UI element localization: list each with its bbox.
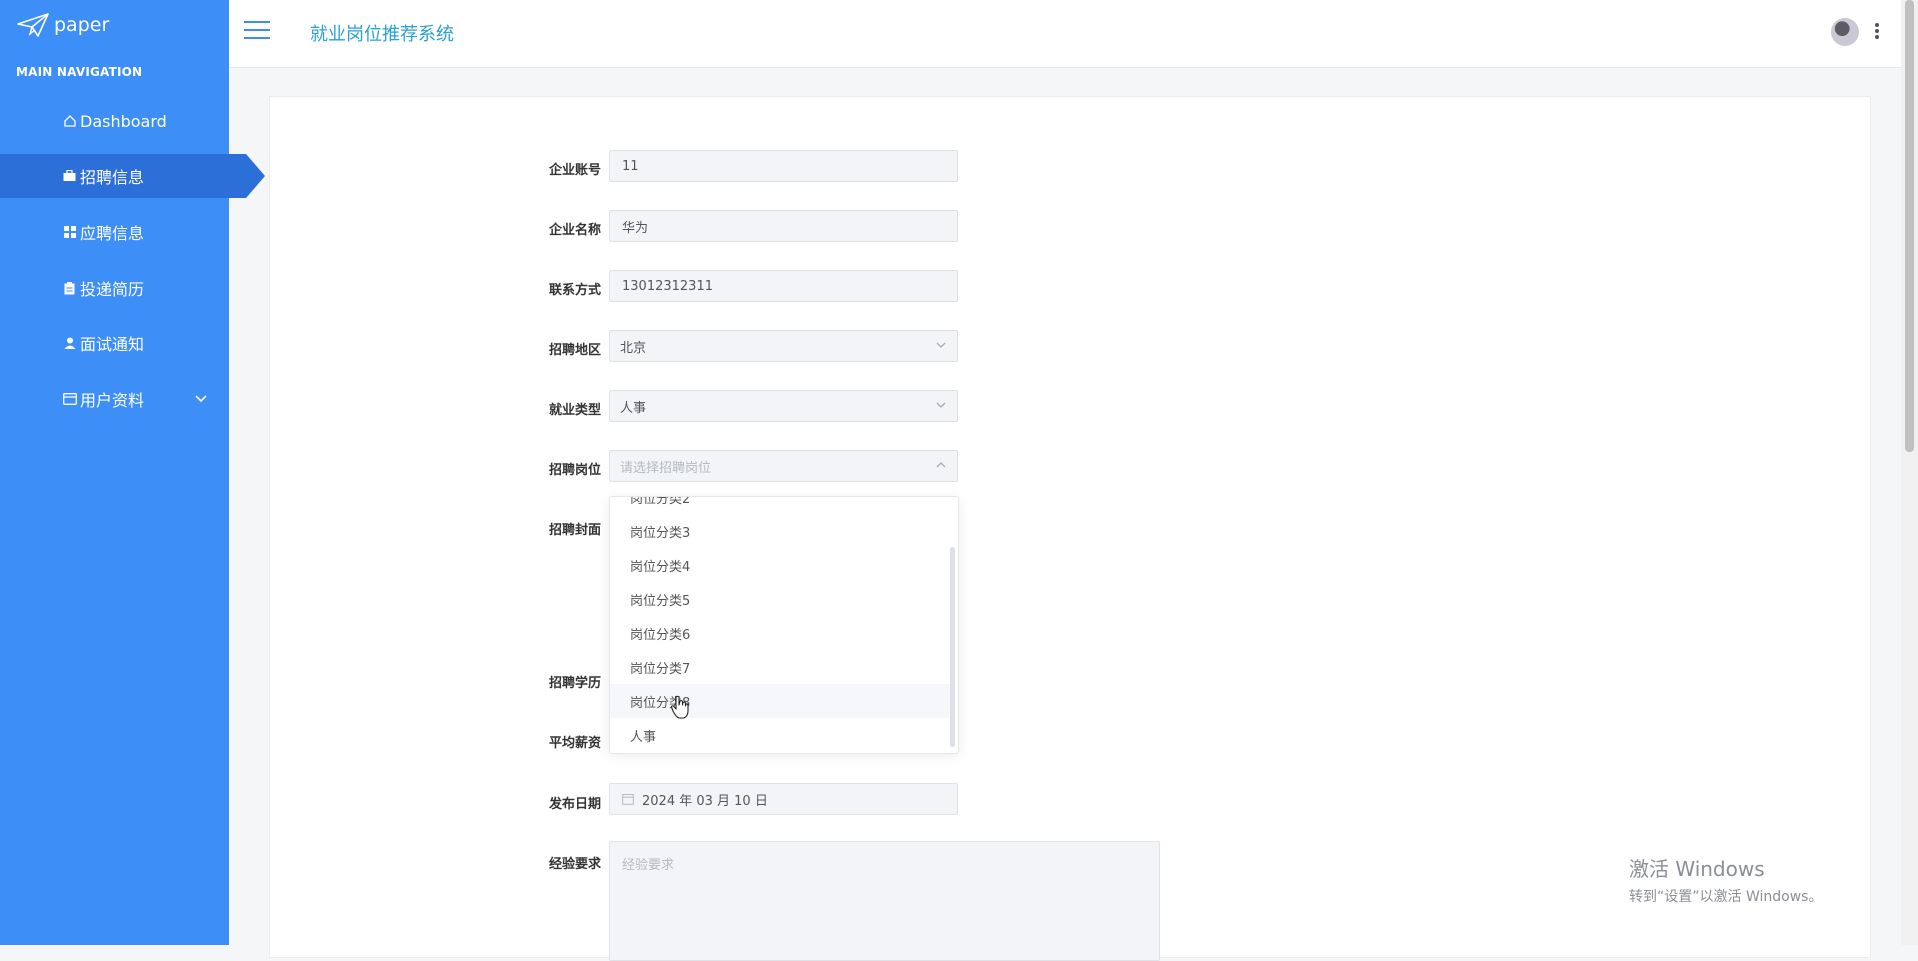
logo[interactable]: paper bbox=[16, 12, 109, 38]
company-field[interactable]: 华为 bbox=[609, 210, 958, 242]
watermark-subtitle: 转到“设置”以激活 Windows。 bbox=[1629, 889, 1823, 905]
sidebar-item-label: 应聘信息 bbox=[80, 224, 145, 243]
company-label: 企业名称 bbox=[548, 223, 601, 238]
dropdown-option-hovered[interactable]: 岗位分类8 bbox=[610, 684, 951, 718]
avatar[interactable] bbox=[1831, 18, 1859, 46]
top-header: 就业岗位推荐系统 bbox=[229, 0, 1918, 68]
account-label: 企业账号 bbox=[548, 163, 601, 178]
experience-textarea[interactable]: 经验要求 bbox=[609, 841, 1160, 961]
logo-text: paper bbox=[54, 14, 110, 36]
sidebar-item-label: 投递简历 bbox=[80, 280, 145, 299]
contact-field[interactable]: 13012312311 bbox=[609, 270, 958, 302]
page-scrollbar-thumb[interactable] bbox=[1905, 0, 1914, 452]
education-label: 招聘学历 bbox=[548, 676, 601, 691]
sidebar-item-label: Dashboard bbox=[80, 111, 167, 131]
date-label: 发布日期 bbox=[548, 797, 601, 812]
form-card bbox=[269, 96, 1871, 958]
job-type-value: 人事 bbox=[620, 400, 647, 416]
salary-label: 平均薪资 bbox=[548, 736, 601, 751]
company-value: 华为 bbox=[622, 220, 649, 236]
account-value: 11 bbox=[622, 158, 639, 174]
nav-heading: MAIN NAVIGATION bbox=[16, 65, 143, 79]
chevron-up-icon bbox=[936, 462, 946, 468]
chevron-down-icon bbox=[936, 342, 946, 348]
home-icon bbox=[62, 114, 77, 129]
user-icon bbox=[62, 336, 77, 351]
position-select[interactable]: 请选择招聘岗位 bbox=[609, 450, 958, 482]
sidebar-item-applications[interactable]: 应聘信息 bbox=[0, 210, 229, 254]
dropdown-option[interactable]: 岗位分类4 bbox=[610, 548, 951, 582]
dropdown-option[interactable]: 岗位分类2 bbox=[610, 497, 951, 511]
sidebar-item-interview-notice[interactable]: 面试通知 bbox=[0, 321, 229, 365]
sidebar: paper MAIN NAVIGATION Dashboard 招聘信息 应聘信… bbox=[0, 0, 265, 945]
card-icon bbox=[62, 392, 77, 407]
sidebar-item-submit-resume[interactable]: 投递简历 bbox=[0, 266, 229, 310]
dropdown-scrollbar[interactable] bbox=[950, 547, 955, 747]
dropdown-option[interactable]: 岗位分类7 bbox=[610, 650, 951, 684]
position-label: 招聘岗位 bbox=[548, 463, 601, 478]
date-value: 2024 年 03 月 10 日 bbox=[642, 793, 768, 809]
contact-value: 13012312311 bbox=[622, 278, 713, 294]
position-dropdown[interactable]: 岗位分类2 岗位分类3 岗位分类4 岗位分类5 岗位分类6 岗位分类7 岗位分类… bbox=[609, 496, 959, 754]
page-title: 就业岗位推荐系统 bbox=[310, 24, 454, 45]
sidebar-item-recruitment-info[interactable]: 招聘信息 bbox=[0, 154, 265, 198]
region-label: 招聘地区 bbox=[548, 343, 601, 358]
position-placeholder: 请选择招聘岗位 bbox=[620, 460, 712, 476]
dropdown-option[interactable]: 岗位分类3 bbox=[610, 514, 951, 548]
sidebar-item-label: 招聘信息 bbox=[80, 168, 145, 187]
sidebar-item-label: 用户资料 bbox=[80, 391, 145, 410]
page-scrollbar[interactable] bbox=[1901, 0, 1918, 945]
watermark-title: 激活 Windows bbox=[1629, 857, 1765, 881]
job-type-select[interactable]: 人事 bbox=[609, 390, 958, 422]
sidebar-item-label: 面试通知 bbox=[80, 335, 145, 354]
clipboard-icon bbox=[62, 281, 77, 296]
region-select[interactable]: 北京 bbox=[609, 330, 958, 362]
hand-cursor-icon bbox=[670, 695, 689, 719]
more-options-icon[interactable] bbox=[1874, 21, 1880, 41]
dropdown-option[interactable]: 岗位分类6 bbox=[610, 616, 951, 650]
paper-plane-icon bbox=[17, 13, 49, 37]
sidebar-item-dashboard[interactable]: Dashboard bbox=[0, 99, 229, 143]
chevron-down-icon bbox=[936, 402, 946, 408]
job-type-label: 就业类型 bbox=[548, 403, 601, 418]
cover-label: 招聘封面 bbox=[548, 523, 601, 538]
windows-activation-watermark: 激活 Windows 转到“设置”以激活 Windows。 bbox=[1629, 853, 1822, 906]
account-field[interactable]: 11 bbox=[609, 150, 958, 182]
dropdown-option[interactable]: 岗位分类5 bbox=[610, 582, 951, 616]
experience-label: 经验要求 bbox=[548, 857, 601, 872]
chevron-down-icon bbox=[195, 395, 207, 403]
grid-icon bbox=[62, 225, 77, 240]
contact-label: 联系方式 bbox=[548, 283, 601, 298]
sidebar-item-user-profile[interactable]: 用户资料 bbox=[0, 377, 229, 421]
briefcase-icon bbox=[62, 169, 77, 184]
date-picker[interactable]: 2024 年 03 月 10 日 bbox=[609, 783, 958, 815]
calendar-icon bbox=[622, 794, 634, 805]
menu-toggle-icon[interactable] bbox=[244, 21, 270, 41]
region-value: 北京 bbox=[620, 340, 647, 356]
dropdown-option[interactable]: 人事 bbox=[610, 718, 951, 752]
